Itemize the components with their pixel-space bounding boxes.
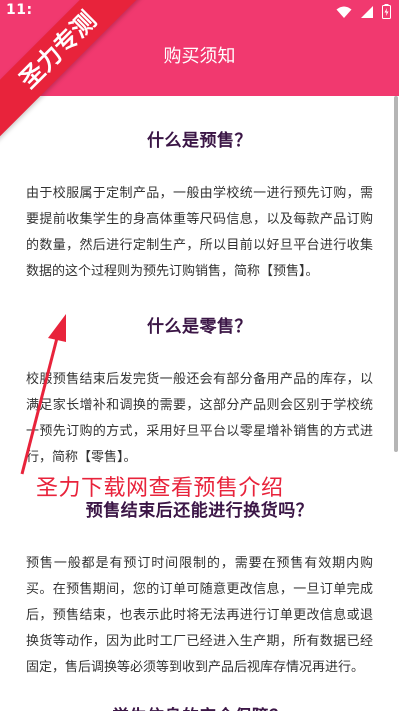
battery-icon [382,4,391,19]
watermark-arrow [20,314,66,475]
status-icons [336,4,391,19]
section-title: 什么是预售？ [147,131,252,151]
section-exchange: 预售结束后还能进行换货吗？ 预售一般都是有预订时间限制的，需要在预售有效期内购买… [0,496,399,681]
signal-icon [361,5,373,18]
status-time: 11: [6,2,33,18]
wifi-icon [336,6,352,18]
watermark-overlay-text: 圣力下载网查看预售介绍 [36,476,284,501]
section-presale: 什么是预售？ 由于校服属于定制产品，一般由学校统一进行预先订购，需要提前收集学生… [0,126,399,285]
scrollbar[interactable] [394,96,398,452]
section-security: 学生信息的安全保障？ [0,702,399,711]
section-body: 预售一般都是有预订时间限制的，需要在预售有效期内购买。在预售期间，您的订单可随意… [26,556,373,675]
section-body: 由于校服属于定制产品，一般由学校统一进行预先订购，需要提前收集学生的身高体重等尺… [26,186,373,279]
section-title: 学生信息的安全保障？ [0,702,399,711]
